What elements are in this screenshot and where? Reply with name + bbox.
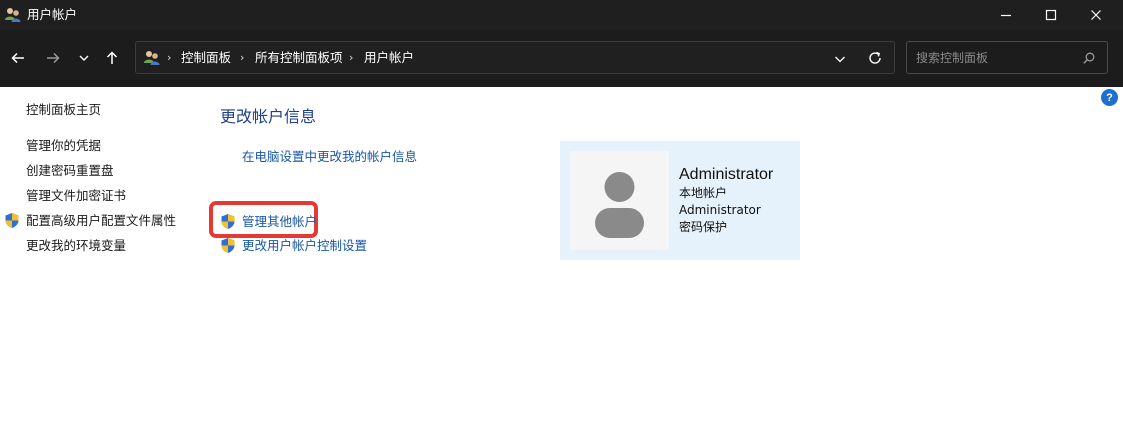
search-input[interactable]: 搜索控制面板 [906, 41, 1108, 74]
users-icon [143, 49, 161, 67]
up-button[interactable] [100, 46, 124, 70]
breadcrumb-separator: › [240, 51, 245, 64]
minimize-icon [1001, 14, 1011, 17]
search-placeholder: 搜索控制面板 [916, 51, 989, 65]
title-bar: 用户帐户 [0, 0, 1123, 30]
arrow-right-icon [47, 52, 60, 64]
breadcrumb-all-items[interactable]: 所有控制面板项 [255, 50, 343, 66]
change-uac-settings-link[interactable]: 更改用户帐户控制设置 [242, 238, 367, 254]
change-account-in-pc-settings-link[interactable]: 在电脑设置中更改我的帐户信息 [242, 149, 417, 165]
uac-shield-icon [4, 212, 20, 229]
uac-shield-icon [220, 213, 236, 230]
sidebar-item-manage-credentials[interactable]: 管理你的凭据 [26, 138, 101, 154]
sidebar-item-file-encryption-certs[interactable]: 管理文件加密证书 [26, 188, 126, 204]
sidebar-item-advanced-profile-properties[interactable]: 配置高级用户配置文件属性 [26, 213, 176, 229]
breadcrumb-separator: › [349, 51, 354, 64]
help-icon[interactable]: ? [1101, 89, 1118, 106]
recent-locations-button[interactable] [72, 46, 96, 70]
sidebar-item-password-reset-disk[interactable]: 创建密码重置盘 [26, 163, 114, 179]
refresh-button[interactable] [867, 50, 883, 66]
breadcrumb-user-accounts[interactable]: 用户帐户 [364, 50, 414, 66]
account-name: Administrator [679, 166, 774, 183]
arrow-left-icon [11, 52, 24, 64]
forward-button[interactable] [41, 46, 65, 70]
back-button[interactable] [6, 46, 30, 70]
account-password-status: 密码保护 [679, 220, 728, 234]
minimize-button[interactable] [983, 0, 1029, 30]
breadcrumb-separator: › [167, 51, 172, 64]
chevron-down-icon [79, 55, 89, 61]
address-bar[interactable]: › 控制面板 › 所有控制面板项 › 用户帐户 [135, 41, 895, 74]
account-card: Administrator 本地帐户 Administrator 密码保护 [560, 141, 800, 260]
close-button[interactable] [1073, 0, 1119, 30]
search-icon[interactable] [1082, 50, 1096, 64]
maximize-icon [1045, 9, 1057, 21]
sidebar-item-environment-variables[interactable]: 更改我的环境变量 [26, 238, 126, 254]
refresh-icon [869, 51, 881, 64]
arrow-up-icon [106, 51, 118, 64]
chevron-down-icon [835, 56, 845, 63]
sidebar-item-control-panel-home[interactable]: 控制面板主页 [26, 102, 101, 118]
navigation-bar: › 控制面板 › 所有控制面板项 › 用户帐户 搜索控制面板 [0, 30, 1123, 87]
window-title: 用户帐户 [27, 7, 78, 22]
account-group: Administrator [679, 203, 761, 217]
manage-other-accounts-link[interactable]: 管理其他帐户 [242, 214, 317, 230]
uac-shield-icon [220, 237, 236, 254]
users-icon [4, 6, 22, 24]
close-icon [1091, 10, 1101, 20]
user-avatar-icon [570, 151, 669, 250]
breadcrumb-control-panel[interactable]: 控制面板 [181, 50, 231, 66]
maximize-button[interactable] [1028, 0, 1074, 30]
address-history-button[interactable] [833, 51, 847, 65]
page-title: 更改帐户信息 [220, 107, 317, 126]
account-type: 本地帐户 [679, 186, 728, 200]
